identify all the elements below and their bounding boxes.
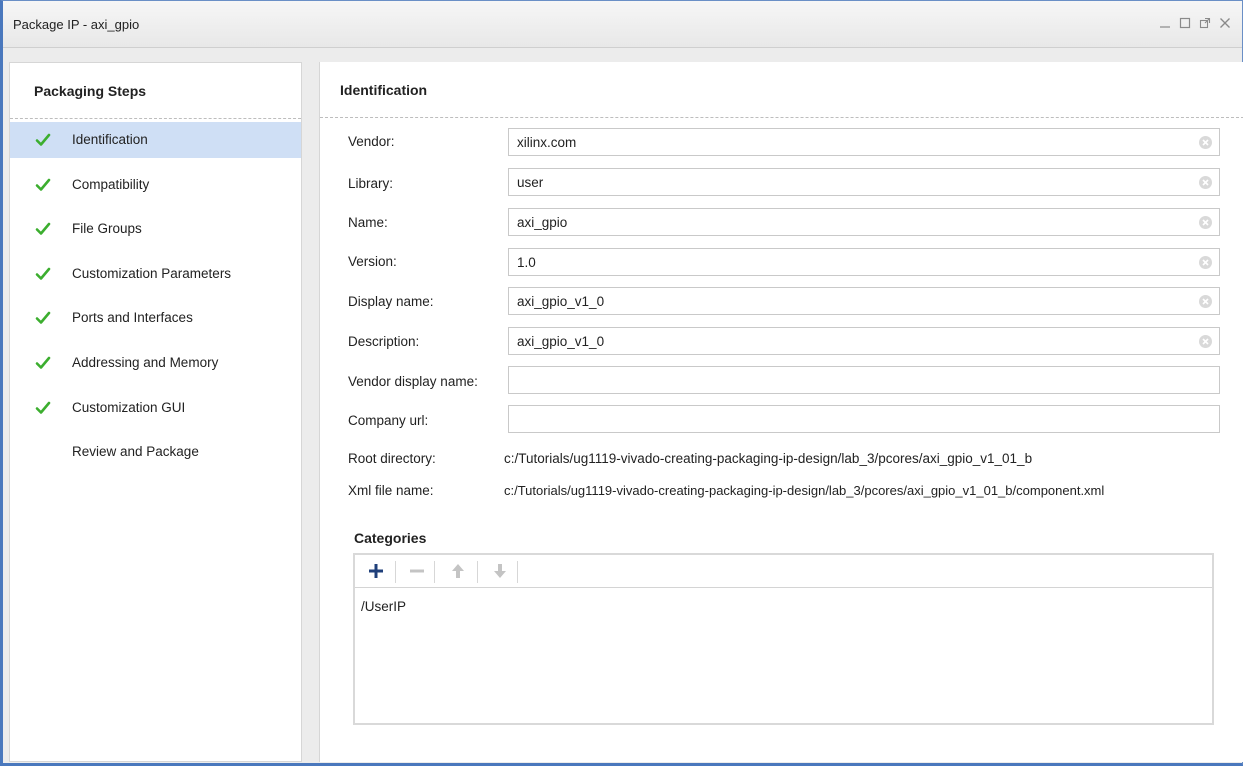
xml-file-name-value: c:/Tutorials/ug1119-vivado-creating-pack… (504, 483, 1105, 498)
name-field[interactable]: axi_gpio (508, 208, 1220, 236)
company-url-label: Company url: (348, 413, 429, 428)
categories-list: /UserIP (353, 553, 1214, 725)
categories-title: Categories (354, 530, 427, 546)
maximize-icon[interactable] (1178, 14, 1192, 32)
packaging-steps-title: Packaging Steps (34, 83, 147, 99)
display-name-field[interactable]: axi_gpio_v1_0 (508, 287, 1220, 315)
toolbar-separator (395, 561, 396, 583)
check-icon (35, 356, 51, 369)
title-bar[interactable]: Package IP - axi_gpio (3, 1, 1242, 48)
vendor-display-name-field[interactable] (508, 366, 1220, 394)
clear-icon[interactable] (1198, 175, 1213, 190)
description-field[interactable]: axi_gpio_v1_0 (508, 327, 1220, 355)
version-label: Version: (348, 254, 397, 269)
vendor-label: Vendor: (348, 134, 395, 149)
identification-panel: Identification Vendor: xilinx.com Librar… (319, 62, 1243, 762)
step-customization-gui[interactable]: Customization GUI (10, 390, 301, 426)
step-addressing-and-memory[interactable]: Addressing and Memory (10, 345, 301, 381)
check-icon (35, 401, 51, 414)
window-controls (1158, 14, 1232, 32)
minimize-icon[interactable] (1158, 14, 1172, 32)
check-icon (35, 178, 51, 191)
toolbar-separator (477, 561, 478, 583)
step-label: Ports and Interfaces (72, 310, 193, 326)
version-field[interactable]: 1.0 (508, 248, 1220, 276)
step-label: Compatibility (72, 176, 150, 192)
display-name-label: Display name: (348, 294, 434, 309)
company-url-field[interactable] (508, 405, 1220, 433)
step-review-and-package[interactable]: Review and Package (10, 434, 301, 470)
identification-header: Identification (320, 62, 1243, 118)
step-label: Customization Parameters (72, 265, 232, 281)
step-label: Identification (72, 132, 148, 147)
clear-icon[interactable] (1198, 334, 1213, 349)
name-value: axi_gpio (517, 215, 568, 230)
check-icon (35, 222, 51, 235)
step-label: Addressing and Memory (72, 354, 219, 370)
close-icon[interactable] (1218, 14, 1232, 32)
steps-list: Identification Compatibility File Groups… (10, 122, 301, 479)
step-label: Customization GUI (72, 399, 186, 415)
clear-icon[interactable] (1198, 294, 1213, 309)
identification-title: Identification (340, 82, 428, 98)
remove-icon[interactable] (408, 562, 426, 580)
step-identification[interactable]: Identification (10, 122, 301, 158)
xml-file-name-label: Xml file name: (348, 483, 434, 498)
categories-toolbar (355, 555, 1212, 588)
float-icon[interactable] (1198, 14, 1212, 32)
packaging-steps-panel: Packaging Steps Identification Compatibi… (9, 62, 302, 762)
root-directory-value: c:/Tutorials/ug1119-vivado-creating-pack… (504, 451, 1033, 466)
step-compatibility[interactable]: Compatibility (10, 167, 301, 203)
add-icon[interactable] (367, 562, 385, 580)
library-value: user (517, 175, 544, 190)
toolbar-separator (517, 561, 518, 583)
display-name-value: axi_gpio_v1_0 (517, 294, 605, 309)
library-label: Library: (348, 176, 394, 191)
clear-icon[interactable] (1198, 255, 1213, 270)
description-label: Description: (348, 334, 420, 349)
clear-icon[interactable] (1198, 215, 1213, 230)
version-value: 1.0 (517, 255, 536, 270)
step-label: File Groups (72, 221, 142, 237)
root-directory-label: Root directory: (348, 451, 436, 466)
step-file-groups[interactable]: File Groups (10, 211, 301, 247)
category-item[interactable]: /UserIP (361, 599, 406, 614)
step-ports-and-interfaces[interactable]: Ports and Interfaces (10, 300, 301, 336)
check-icon (35, 133, 51, 146)
package-ip-window: Package IP - axi_gpio Packaging Steps Id… (0, 0, 1243, 766)
packaging-steps-header: Packaging Steps (10, 63, 301, 119)
vendor-value: xilinx.com (517, 135, 577, 150)
arrow-up-icon[interactable] (449, 562, 467, 580)
toolbar-separator (434, 561, 435, 583)
vendor-display-name-label: Vendor display name: (348, 374, 478, 389)
check-icon (35, 267, 51, 280)
library-field[interactable]: user (508, 168, 1220, 196)
vendor-field[interactable]: xilinx.com (508, 128, 1220, 156)
step-label: Review and Package (72, 444, 199, 460)
arrow-down-icon[interactable] (491, 562, 509, 580)
check-icon (35, 312, 51, 325)
step-customization-parameters[interactable]: Customization Parameters (10, 256, 301, 292)
description-value: axi_gpio_v1_0 (517, 334, 605, 349)
name-label: Name: (348, 215, 388, 230)
clear-icon[interactable] (1198, 135, 1213, 150)
window-title: Package IP - axi_gpio (13, 17, 140, 32)
